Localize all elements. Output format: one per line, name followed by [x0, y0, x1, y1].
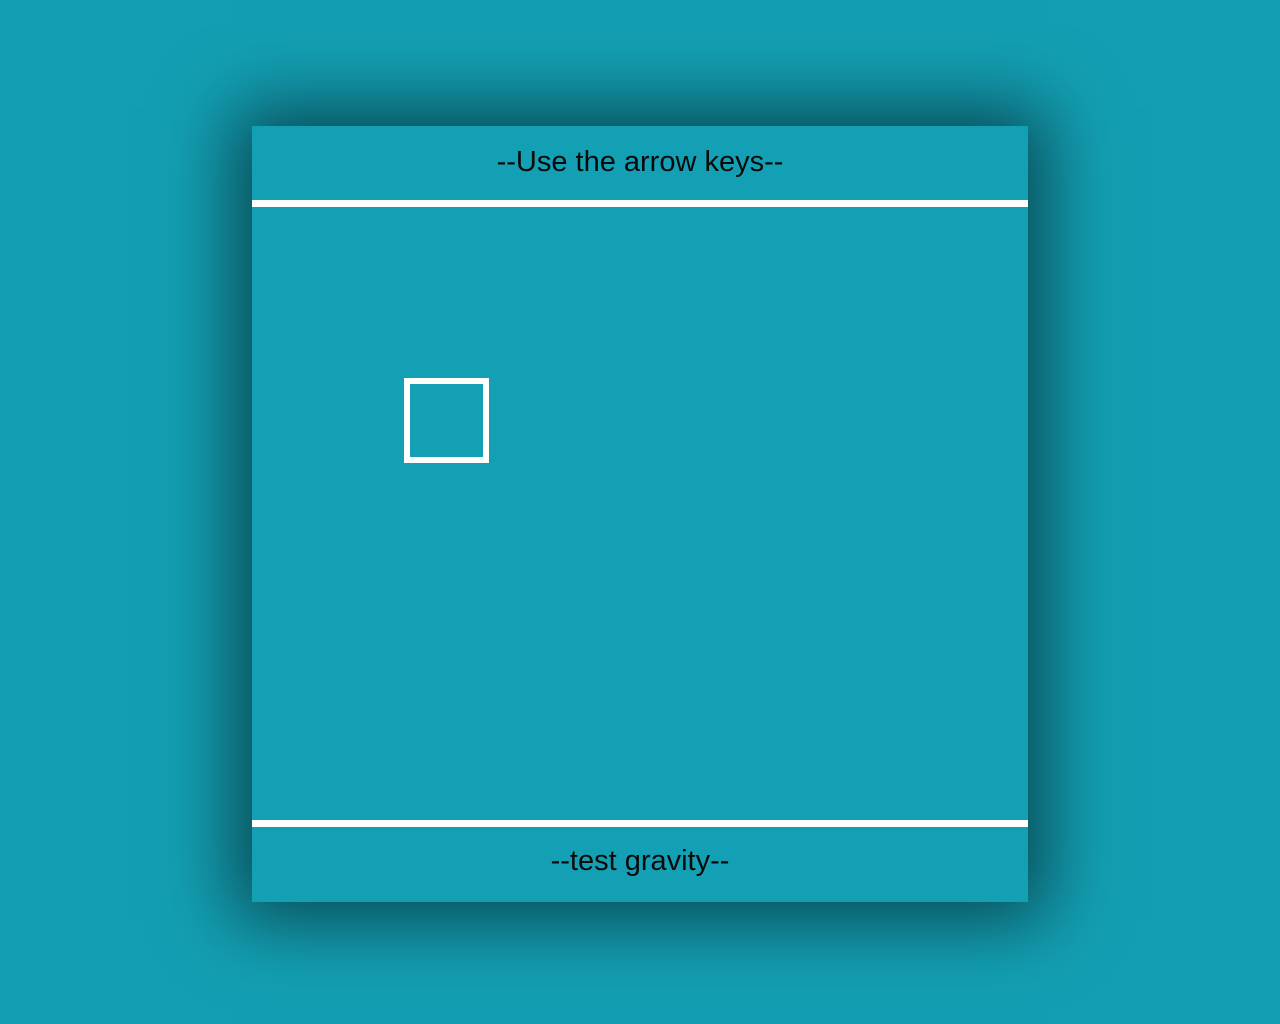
player-square[interactable] [404, 378, 489, 463]
footer-caption: --test gravity-- [550, 845, 730, 877]
play-area[interactable] [252, 207, 1028, 820]
bottom-divider [252, 820, 1028, 827]
top-divider [252, 200, 1028, 207]
instruction-text: --Use the arrow keys-- [496, 146, 784, 178]
game-stage[interactable]: --Use the arrow keys-- --test gravity-- [252, 126, 1028, 902]
